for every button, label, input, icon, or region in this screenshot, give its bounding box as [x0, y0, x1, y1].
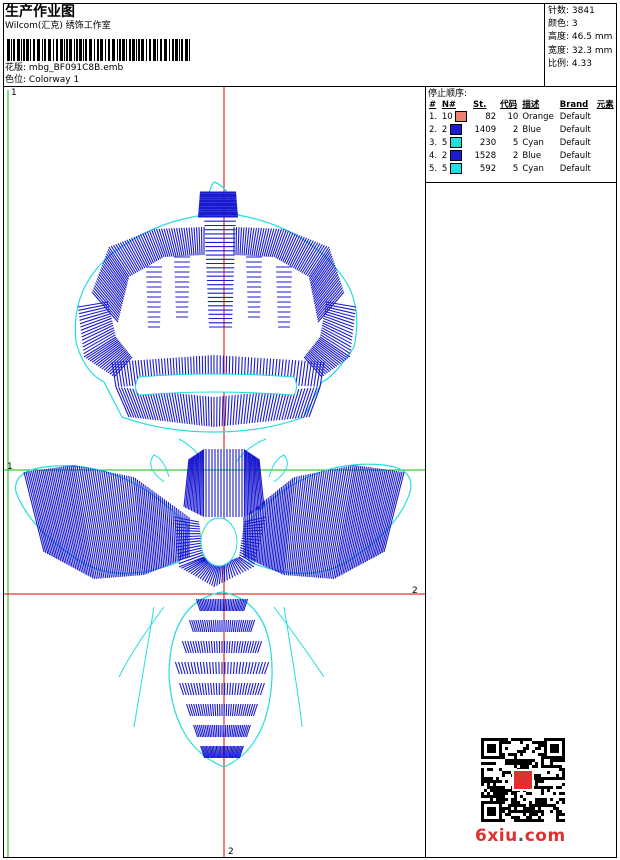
cell-needle: 2: [440, 124, 471, 137]
stat-width: 宽度: 32.3 mm: [548, 45, 613, 56]
cell-stitches: 230: [479, 138, 497, 148]
colorway-line: 色位: Colorway 1: [5, 74, 79, 86]
cell-index: 3.: [429, 138, 438, 148]
cell-index: 5.: [429, 164, 438, 174]
cell-brand: Default: [559, 164, 591, 174]
stat-colors: 颜色: 3: [548, 19, 578, 30]
embroidery-drawing: [4, 87, 425, 857]
cell-element: [595, 150, 617, 163]
cell-code: 2: [512, 125, 519, 135]
cell-description: Blue: [522, 125, 542, 135]
design-preview: 1 1 2 2: [4, 87, 425, 857]
col-description: 描述: [522, 100, 540, 110]
cell-code: 10: [507, 112, 519, 122]
col-stitches: St.: [473, 100, 487, 110]
col-element: 元素: [596, 100, 614, 110]
barcode: [7, 39, 190, 61]
col-brand: Brand: [559, 100, 589, 110]
axis-label-bottom: 2: [228, 847, 234, 857]
company-name: Wilcom(汇克) 绣饰工作室: [5, 21, 111, 31]
color-swatch: [449, 137, 462, 148]
stop-sequence-title: 停止顺序:: [428, 89, 468, 99]
col-index: #: [429, 100, 437, 110]
cell-stitches: 1528: [474, 151, 497, 161]
cell-needle: 10: [440, 111, 471, 124]
header-divider-v: [544, 3, 545, 87]
design-file-name: mbg_BF091C8B.emb: [28, 63, 124, 73]
cell-element: [595, 163, 617, 176]
color-swatch: [449, 150, 462, 161]
color-swatch: [449, 124, 462, 135]
table-row: 4. 2 1528 2 Blue Default: [427, 150, 617, 163]
table-divider: [426, 182, 617, 183]
cell-code: 2: [512, 151, 519, 161]
cell-index: 4.: [429, 151, 438, 161]
design-file-label: 花版:: [5, 63, 27, 73]
stat-height: 高度: 46.5 mm: [548, 32, 613, 43]
stats-panel: 针数: 3841 颜色: 3 高度: 46.5 mm 宽度: 32.3 mm 比…: [548, 5, 612, 71]
cell-index: 1.: [429, 112, 438, 122]
cell-stitches: 592: [479, 164, 497, 174]
page-title: 生产作业图: [5, 4, 75, 20]
col-code: 代码: [500, 100, 518, 110]
cell-code: 5: [512, 138, 519, 148]
axis-label-top-left: 1: [11, 88, 17, 98]
cell-description: Orange: [522, 112, 554, 122]
bee-motif: [14, 438, 412, 768]
axis-label-right: 2: [412, 586, 418, 596]
cell-description: Blue: [522, 151, 542, 161]
design-file-line: 花版: mbg_BF091C8B.emb: [5, 62, 123, 74]
stat-scale: 比例: 4.33: [548, 58, 592, 69]
cell-element: [595, 111, 617, 124]
cell-needle: 5: [440, 137, 471, 150]
table-row: 3. 5 230 5 Cyan Default: [427, 137, 617, 150]
qr-code: [481, 738, 565, 822]
watermark-site-tld: com: [524, 826, 566, 846]
color-swatch: [455, 111, 468, 122]
cell-code: 5: [512, 164, 519, 174]
stat-stitches: 针数: 3841: [548, 6, 595, 16]
cell-needle: 5: [440, 163, 471, 176]
cell-element: [595, 137, 617, 150]
table-header-row: # N# St. 代码 描述 Brand 元素: [427, 100, 617, 111]
table-row: 2. 2 1409 2 Blue Default: [427, 124, 617, 137]
header-info: 生产作业图 Wilcom(汇克) 绣饰工作室 花版: mbg_BF091C8B.…: [5, 4, 543, 86]
colorway-label: 色位:: [5, 75, 27, 85]
table-row: 5. 5 592 5 Cyan Default: [427, 163, 617, 176]
cell-brand: Default: [559, 125, 591, 135]
cell-stitches: 82: [485, 112, 497, 122]
color-swatch: [449, 163, 462, 174]
axis-label-mid-left: 1: [7, 462, 13, 472]
cell-stitches: 1409: [474, 125, 497, 135]
cell-needle: 2: [440, 150, 471, 163]
cell-index: 2.: [429, 125, 438, 135]
watermark-site: 6xiu.com: [475, 826, 566, 846]
crown-motif: [74, 181, 358, 433]
watermark-site-dot: .: [517, 826, 525, 846]
cell-description: Cyan: [522, 138, 544, 148]
stop-sequence-table: # N# St. 代码 描述 Brand 元素 1. 10 82 10 Orange D…: [427, 100, 617, 176]
col-needle: N#: [441, 100, 457, 110]
cell-description: Cyan: [522, 164, 544, 174]
cell-brand: Default: [559, 112, 591, 122]
cell-brand: Default: [559, 151, 591, 161]
cell-element: [595, 124, 617, 137]
colorway-name: Colorway 1: [28, 75, 80, 85]
watermark-site-main: 6xiu: [475, 826, 518, 846]
cell-brand: Default: [559, 138, 591, 148]
table-row: 1. 10 82 10 Orange Default: [427, 111, 617, 124]
